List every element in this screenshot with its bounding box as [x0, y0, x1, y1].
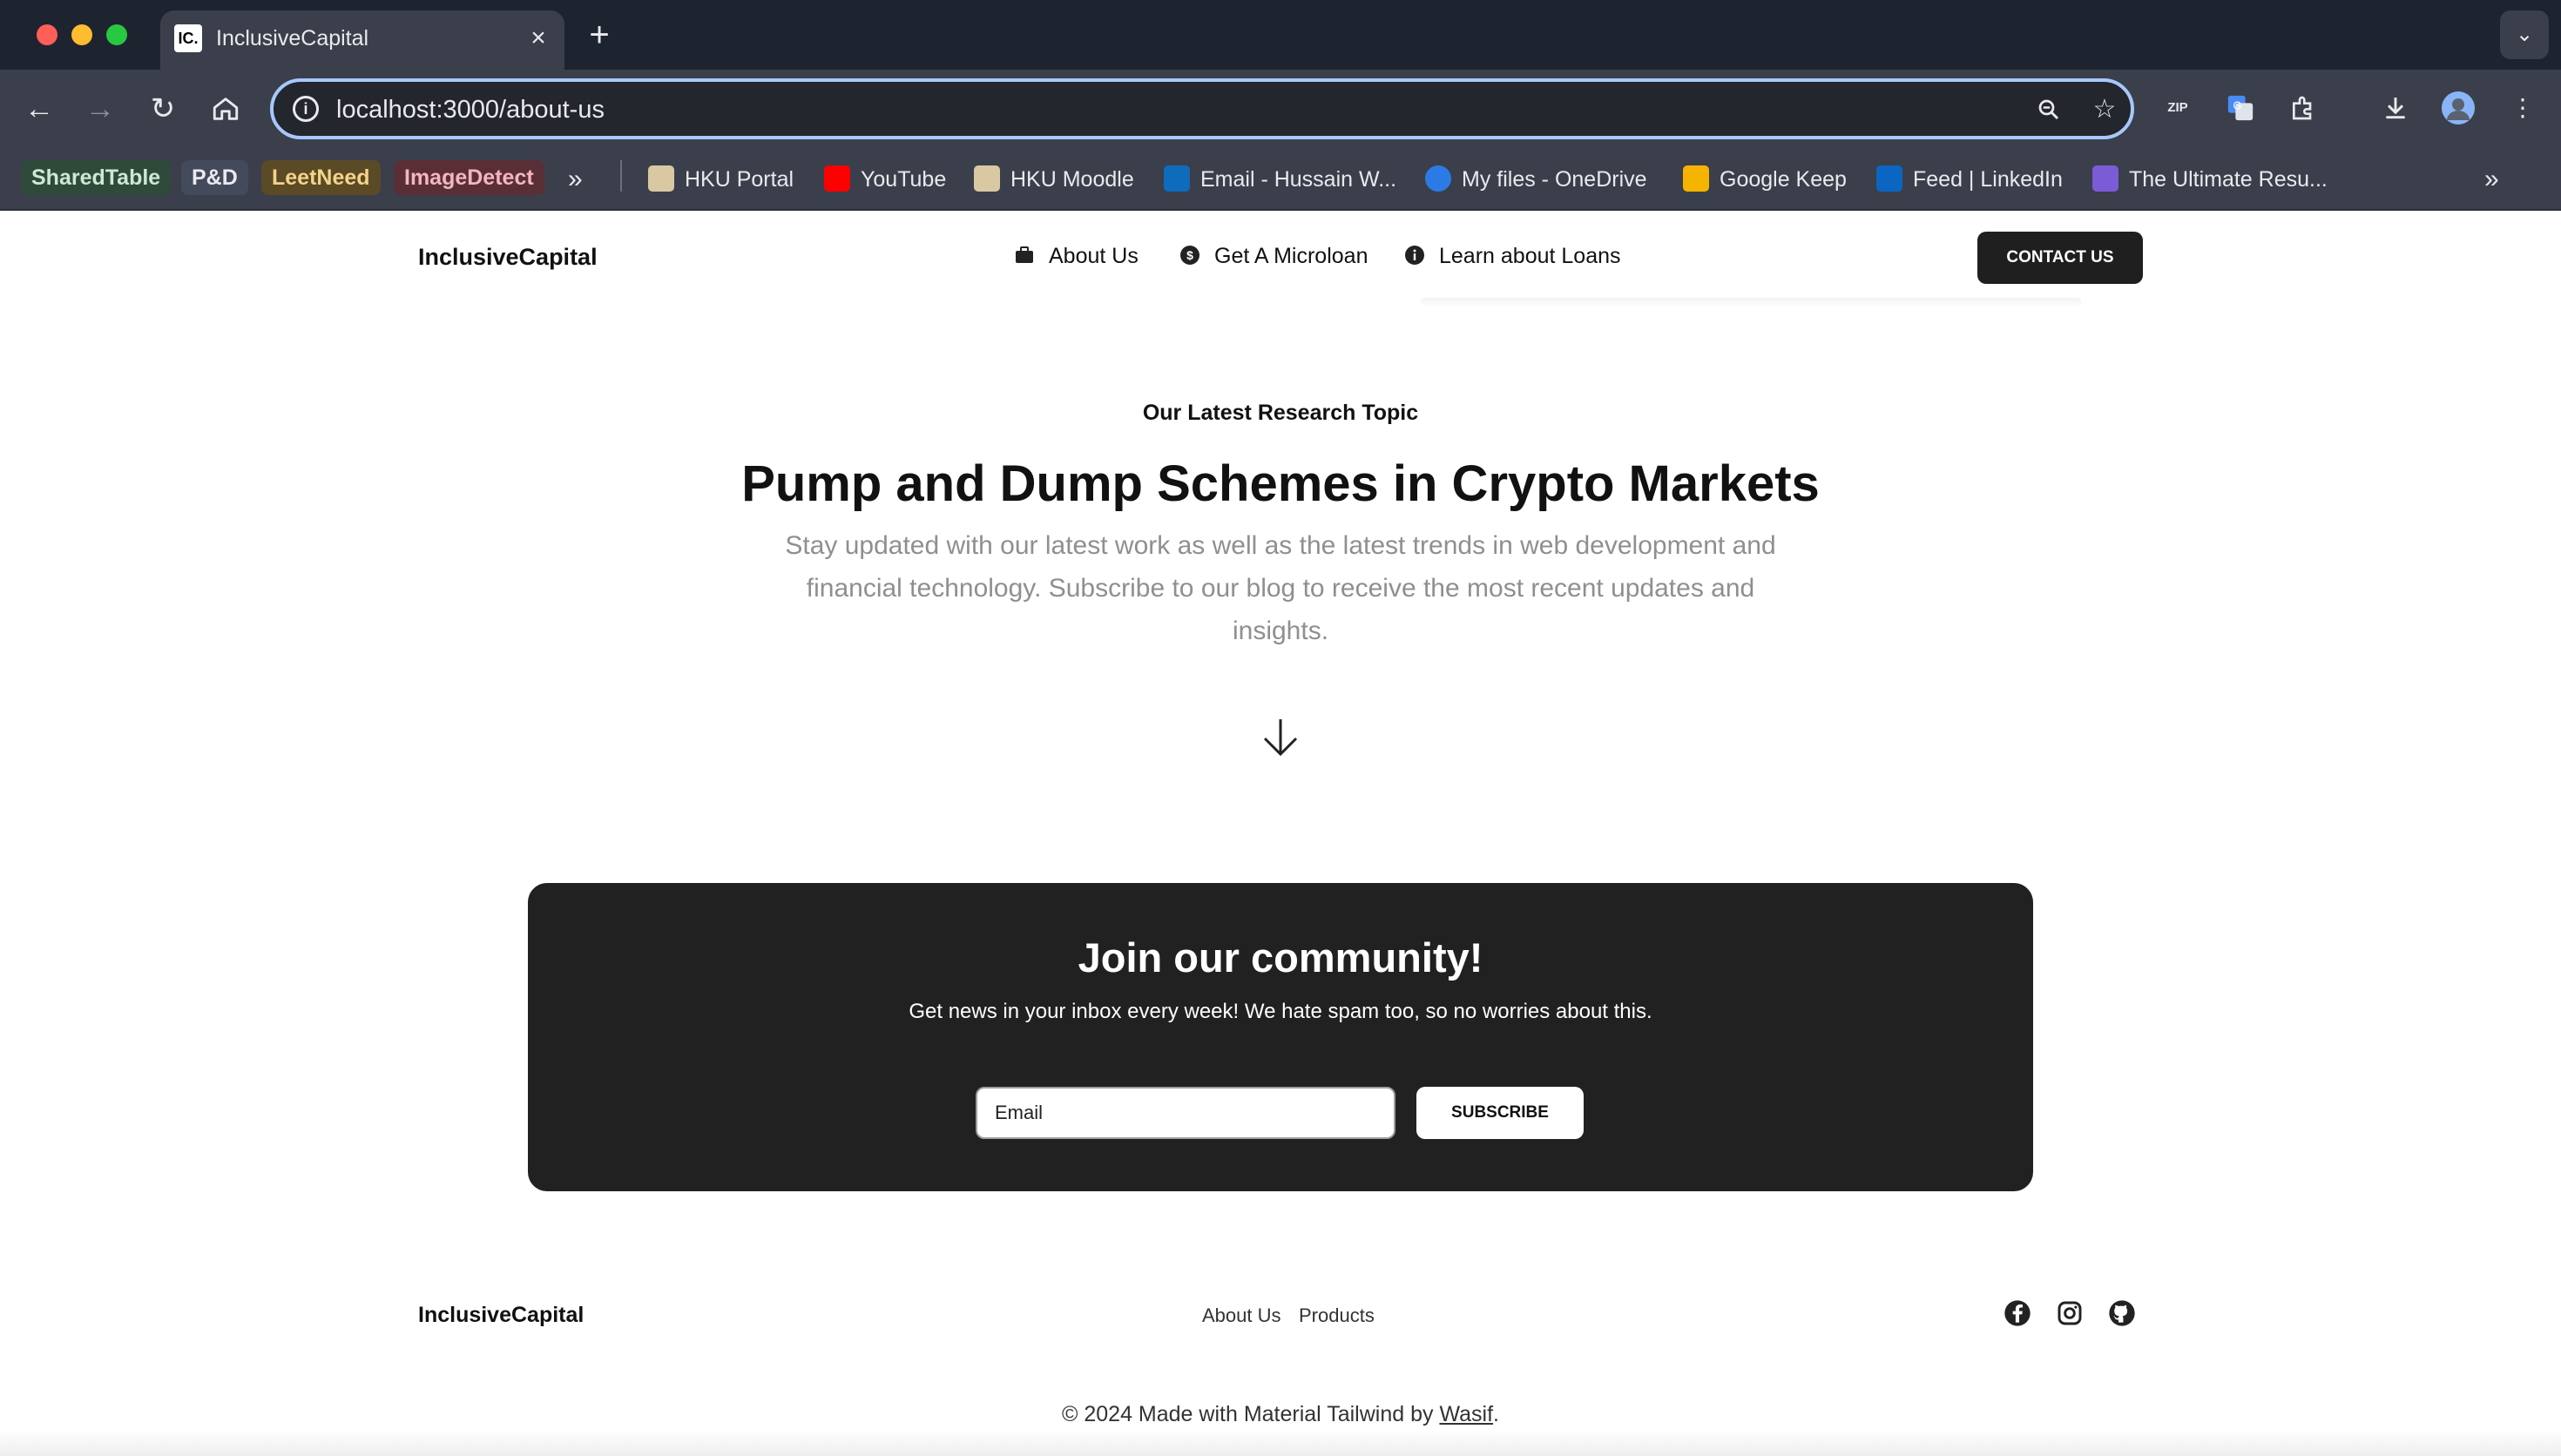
bookmark-leetneed[interactable]: LeetNeed	[261, 160, 381, 195]
browser-menu-icon[interactable]: ⋮	[2504, 89, 2542, 127]
nav-get-microloan[interactable]: $ Get A Microloan	[1179, 244, 1368, 269]
youtube-icon	[824, 165, 850, 192]
author-link[interactable]: Wasif	[1439, 1402, 1493, 1426]
address-bar[interactable]: i localhost:3000/about-us ☆	[270, 78, 2134, 139]
bookmarks-more-chevron-icon[interactable]: »	[2484, 162, 2499, 197]
outlook-icon	[1164, 165, 1190, 192]
hku-moodle-icon	[974, 165, 1000, 192]
bookmarks-bar: SharedTable P&D LeetNeed ImageDetect » H…	[0, 148, 2561, 211]
hku-portal-icon	[648, 165, 674, 192]
briefcase-icon	[1016, 246, 1033, 263]
tab-close-icon[interactable]: ×	[523, 23, 554, 54]
arrow-down-icon[interactable]	[1260, 716, 1301, 759]
tab-search-chevron-icon[interactable]: ⌄	[2500, 10, 2549, 59]
nav-about-us-label: About Us	[1049, 244, 1139, 268]
bookmark-email[interactable]: Email - Hussain W...	[1164, 162, 1396, 197]
zip-extension-icon[interactable]: ZIP	[2159, 89, 2197, 127]
maximize-window-button[interactable]	[106, 24, 127, 45]
community-description: Get news in your inbox every week! We ha…	[909, 1000, 1652, 1023]
browser-tab-active[interactable]: IC. InclusiveCapital ×	[160, 10, 564, 70]
footer-link-products[interactable]: Products	[1299, 1304, 1375, 1327]
extensions-puzzle-icon[interactable]	[2284, 89, 2322, 127]
nav-get-microloan-label: Get A Microloan	[1214, 244, 1368, 268]
site-brand-logo[interactable]: InclusiveCapital	[418, 244, 598, 271]
bookmark-pd[interactable]: P&D	[181, 160, 248, 195]
bookmark-label: The Ultimate Resu...	[2129, 167, 2328, 192]
browser-tab-bar: IC. InclusiveCapital × + ⌄	[0, 0, 2561, 70]
nav-about-us[interactable]: About Us	[1014, 244, 1139, 269]
subscribe-button[interactable]: SUBSCRIBE	[1416, 1087, 1584, 1139]
nav-learn-loans[interactable]: Learn about Loans	[1404, 244, 1621, 269]
home-icon[interactable]	[206, 89, 246, 129]
site-info-icon[interactable]: i	[293, 96, 319, 122]
translate-extension-icon[interactable]: G	[2221, 89, 2260, 127]
contact-us-button[interactable]: CONTACT US	[1977, 232, 2143, 284]
profile-avatar-icon[interactable]	[2439, 89, 2477, 127]
back-arrow-icon[interactable]: ←	[19, 89, 59, 129]
zoom-icon[interactable]	[2031, 92, 2066, 127]
facebook-icon[interactable]	[2004, 1299, 2031, 1327]
bookmark-onedrive[interactable]: My files - OneDrive	[1425, 162, 1647, 197]
svg-text:G: G	[2233, 98, 2242, 111]
bookmark-label: My files - OneDrive	[1462, 167, 1647, 192]
bookmark-sharedtable[interactable]: SharedTable	[21, 160, 172, 195]
hero-title: Pump and Dump Schemes in Crypto Markets	[741, 455, 1820, 512]
footer-link-about-us[interactable]: About Us	[1202, 1304, 1281, 1327]
bookmark-linkedin[interactable]: Feed | LinkedIn	[1876, 162, 2063, 197]
resume-icon	[2092, 165, 2118, 192]
bookmarks-divider	[620, 160, 622, 192]
copyright-suffix: .	[1493, 1402, 1499, 1426]
community-signup-card: Join our community! Get news in your inb…	[528, 883, 2033, 1191]
bookmark-label: Feed | LinkedIn	[1913, 167, 2063, 192]
site-favicon-icon: IC.	[174, 24, 202, 52]
dollar-circle-icon: $	[1180, 245, 1199, 265]
web-page: InclusiveCapital About Us $ Get A Microlo…	[0, 211, 2561, 1456]
bookmark-youtube[interactable]: YouTube	[824, 162, 946, 197]
minimize-window-button[interactable]	[71, 24, 92, 45]
bookmark-label: HKU Moodle	[1010, 167, 1134, 192]
bookmark-hku-portal[interactable]: HKU Portal	[648, 162, 794, 197]
bookmark-label: Google Keep	[1720, 167, 1847, 192]
address-bar-url[interactable]: localhost:3000/about-us	[336, 94, 605, 125]
forward-arrow-icon[interactable]: →	[80, 89, 120, 129]
bookmark-ultimate-resume[interactable]: The Ultimate Resu...	[2092, 162, 2328, 197]
reload-icon[interactable]: ↻	[143, 89, 183, 129]
community-title: Join our community!	[1078, 934, 1483, 981]
nav-learn-loans-label: Learn about Loans	[1439, 244, 1621, 268]
page-bottom-fade	[0, 1430, 2561, 1456]
bookmark-hku-moodle[interactable]: HKU Moodle	[974, 162, 1134, 197]
email-input[interactable]	[976, 1087, 1395, 1139]
site-navbar: InclusiveCapital About Us $ Get A Microlo…	[0, 211, 2561, 307]
bookmark-star-icon[interactable]: ☆	[2087, 92, 2122, 127]
onedrive-icon	[1425, 165, 1451, 192]
downloads-icon[interactable]	[2376, 89, 2415, 127]
linkedin-icon	[1876, 165, 1902, 192]
bookmark-google-keep[interactable]: Google Keep	[1683, 162, 1847, 197]
bookmark-label: YouTube	[861, 167, 947, 192]
nav-dropdown-shadow	[1420, 298, 2082, 307]
copyright-text: © 2024 Made with Material Tailwind by Wa…	[0, 1402, 2561, 1427]
hero-subtitle: Stay updated with our latest work as wel…	[785, 531, 1776, 645]
bookmark-label: HKU Portal	[685, 167, 794, 192]
footer-brand[interactable]: InclusiveCapital	[418, 1303, 584, 1328]
github-icon[interactable]	[2108, 1299, 2136, 1327]
google-keep-icon	[1683, 165, 1709, 192]
bookmarks-overflow-chevron-icon[interactable]: »	[568, 162, 583, 197]
info-circle-icon	[1405, 245, 1424, 265]
copyright-prefix: © 2024 Made with Material Tailwind by	[1062, 1402, 1440, 1426]
bookmark-label: Email - Hussain W...	[1200, 167, 1397, 192]
instagram-icon[interactable]	[2056, 1299, 2084, 1327]
svg-text:$: $	[1186, 248, 1193, 262]
tab-title: InclusiveCapital	[216, 26, 369, 51]
new-tab-icon[interactable]: +	[582, 16, 617, 54]
hero-eyebrow: Our Latest Research Topic	[1142, 401, 1419, 425]
bookmark-imagedetect[interactable]: ImageDetect	[394, 160, 544, 195]
close-window-button[interactable]	[37, 24, 57, 45]
